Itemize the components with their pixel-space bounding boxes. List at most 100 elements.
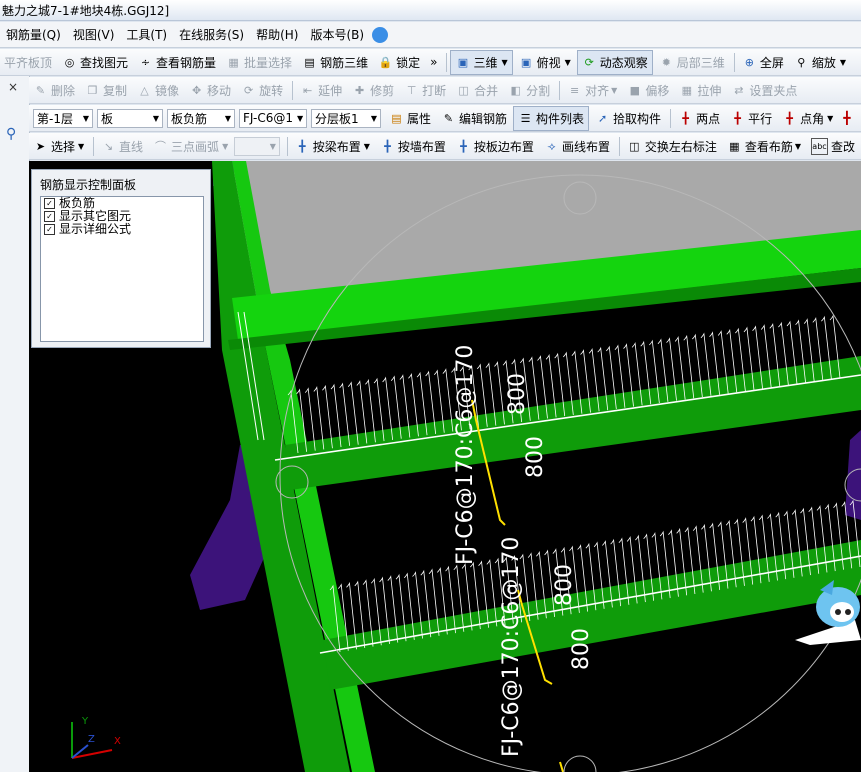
batch-select-button[interactable]: ▦ 批量选择: [222, 51, 296, 74]
arc-dropdown[interactable]: ⌒ 三点画弧 ▼: [149, 135, 232, 158]
draw-line-layout-button[interactable]: ⟢ 画线布置: [540, 135, 614, 158]
chevron-down-icon: ▼: [611, 85, 618, 95]
search-icon[interactable]: ⚲: [6, 126, 16, 142]
menu-version[interactable]: 版本号(B): [304, 22, 370, 47]
top-view-dropdown[interactable]: ▣ 俯视 ▼: [515, 51, 575, 74]
view-layout-dropdown[interactable]: ▦ 查看布筋 ▼: [723, 135, 805, 158]
separator: [733, 52, 735, 72]
menu-bar: 钢筋量(Q) 视图(V) 工具(T) 在线服务(S) 帮助(H) 版本号(B): [0, 22, 861, 48]
local-3d-button[interactable]: ✹ 局部三维: [655, 51, 729, 74]
copy-icon: ❐: [87, 83, 98, 97]
window-title: 魅力之城7-1#地块4栋.GGJ12]: [2, 3, 170, 18]
merge-button[interactable]: ◫ 合并: [452, 79, 502, 102]
toolbar-component: 第-1层 ▼ 板 ▼ 板负筋 ▼ FJ-C6@1 ▼ 分层板1 ▼ ▤ 属性 ✎ 编辑钢筋 ☰…: [29, 105, 861, 132]
stretch-button[interactable]: ▦ 拉伸: [675, 79, 725, 102]
title-bar: 魅力之城7-1#地块4栋.GGJ12]: [0, 0, 861, 21]
rebar-display-panel: 钢筋显示控制面板 ✓ 板负筋 ✓ 显示其它图元 ✓ 显示详细公式: [31, 169, 211, 348]
mirror-icon: △: [140, 83, 149, 97]
checkbox[interactable]: ✓: [44, 224, 55, 235]
check-modify-button[interactable]: abc 查改: [807, 135, 859, 158]
swap-icon: ◫: [629, 139, 640, 153]
properties-icon: ▤: [391, 111, 402, 125]
extend-icon: ⇤: [302, 83, 313, 97]
menu-online[interactable]: 在线服务(S): [173, 22, 250, 47]
axis-y-label: Y: [81, 716, 89, 727]
floor-select[interactable]: 第-1层 ▼: [33, 108, 93, 128]
rebar-3d-button[interactable]: ▤ 钢筋三维: [298, 51, 372, 74]
type-select[interactable]: 板 ▼: [97, 108, 163, 128]
pencil-icon: ✎: [443, 111, 454, 125]
copy-button[interactable]: ❐ 复制: [81, 79, 131, 102]
toolbar-draw: ➤ 选择 ▼ ↘ 直线 ⌒ 三点画弧 ▼ ▼ ╋ 按梁布置 ▼ ╋ 按墙布置 ╋ 按板边布置 ⟢ 画…: [29, 133, 861, 160]
lock-button[interactable]: 🔒 锁定: [374, 51, 424, 74]
flush-top-button[interactable]: 平齐板顶: [0, 51, 56, 74]
align-dropdown[interactable]: ≡ 对齐 ▼: [563, 79, 621, 102]
chevron-down-icon: ▼: [839, 57, 846, 67]
fullscreen-button[interactable]: ⊕ 全屏: [738, 51, 788, 74]
arc-icon: ⌒: [155, 139, 167, 153]
menu-rebar[interactable]: 钢筋量(Q): [0, 22, 67, 47]
offset-button[interactable]: ■ 偏移: [623, 79, 673, 102]
rotate-button[interactable]: ⟳ 旋转: [237, 79, 287, 102]
panel-title: 钢筋显示控制面板: [40, 178, 137, 192]
rebar-3d-icon: ▤: [304, 55, 315, 69]
layer-select[interactable]: 分层板1 ▼: [311, 108, 381, 128]
line-button[interactable]: ↘ 直线: [97, 135, 147, 158]
batch-select-icon: ▦: [228, 55, 239, 69]
select-dropdown[interactable]: ➤ 选择 ▼: [29, 135, 88, 158]
parallel-button[interactable]: ╋ 平行: [726, 107, 776, 130]
delete-button[interactable]: ✎ 删除: [29, 79, 79, 102]
left-nav-strip: × ⚲: [0, 76, 30, 772]
two-points-button[interactable]: ╋ 两点: [674, 107, 724, 130]
mirror-button[interactable]: △ 镜像: [133, 79, 183, 102]
toolbar-more-button[interactable]: »: [426, 51, 441, 74]
rotate-icon: ⟳: [243, 83, 254, 97]
element-select[interactable]: FJ-C6@1 ▼: [239, 108, 307, 128]
dimension-label: 800: [505, 373, 530, 415]
toolbar-main: 平齐板顶 ◎ 查找图元 ∻ 查看钢筋量 ▦ 批量选择 ▤ 钢筋三维 🔒 锁定 » ▣ 三维 ▼…: [0, 49, 861, 76]
break-button[interactable]: ⊤ 打断: [400, 79, 450, 102]
arc-param-select[interactable]: ▼: [234, 136, 280, 156]
zoom-dropdown[interactable]: ⚲ 缩放 ▼: [790, 51, 850, 74]
dimension-label: 800: [523, 436, 548, 478]
rebar-label: FJ-C6@170:C6@170: [453, 345, 478, 565]
view-3d-dropdown[interactable]: ▣ 三维 ▼: [450, 49, 513, 75]
trim-button[interactable]: ✚ 修剪: [348, 79, 398, 102]
move-button[interactable]: ✥ 移动: [185, 79, 235, 102]
properties-button[interactable]: ▤ 属性: [385, 107, 435, 130]
globe-icon[interactable]: [372, 26, 389, 43]
dimension-label: 800: [552, 564, 577, 606]
dimension-label: 800: [569, 628, 594, 670]
edit-rebar-button[interactable]: ✎ 编辑钢筋: [437, 107, 511, 130]
close-icon[interactable]: ×: [8, 80, 18, 94]
checkbox[interactable]: ✓: [44, 211, 55, 222]
offset-icon: ■: [629, 83, 641, 97]
view-rebar-quantity-button[interactable]: ∻ 查看钢筋量: [134, 51, 220, 74]
subtype-select[interactable]: 板负筋 ▼: [167, 108, 235, 128]
checkbox[interactable]: ✓: [44, 198, 55, 209]
by-beam-dropdown[interactable]: ╋ 按梁布置 ▼: [291, 135, 374, 158]
zoom-icon: ⚲: [797, 55, 806, 69]
split-button[interactable]: ◧ 分割: [504, 79, 554, 102]
panel-options-list: ✓ 板负筋 ✓ 显示其它图元 ✓ 显示详细公式: [40, 196, 204, 342]
option-show-formula[interactable]: ✓ 显示详细公式: [41, 223, 203, 236]
find-element-button[interactable]: ◎ 查找图元: [58, 51, 132, 74]
more-tools-icon[interactable]: ╋: [839, 107, 854, 130]
parallel-icon: ╋: [734, 111, 741, 125]
chevron-down-icon: ▼: [78, 141, 85, 151]
component-list-button[interactable]: ☰ 构件列表: [513, 105, 590, 131]
menu-tools[interactable]: 工具(T): [120, 22, 173, 47]
align-icon: ≡: [570, 83, 580, 97]
eraser-icon: ✎: [35, 83, 46, 97]
set-grip-button[interactable]: ⇄ 设置夹点: [727, 79, 801, 102]
beam-layout-icon: ╋: [298, 139, 306, 153]
extend-button[interactable]: ⇤ 延伸: [296, 79, 346, 102]
by-wall-button[interactable]: ╋ 按墙布置: [376, 135, 450, 158]
swap-labels-button[interactable]: ◫ 交换左右标注: [623, 135, 721, 158]
menu-help[interactable]: 帮助(H): [250, 22, 304, 47]
by-slab-edge-button[interactable]: ╋ 按板边布置: [452, 135, 538, 158]
dynamic-observe-button[interactable]: ⟳ 动态观察: [576, 49, 653, 75]
menu-view[interactable]: 视图(V): [67, 22, 121, 47]
point-angle-dropdown[interactable]: ╋ 点角 ▼: [778, 107, 837, 130]
pick-component-button[interactable]: ➚ 拾取构件: [591, 107, 665, 130]
